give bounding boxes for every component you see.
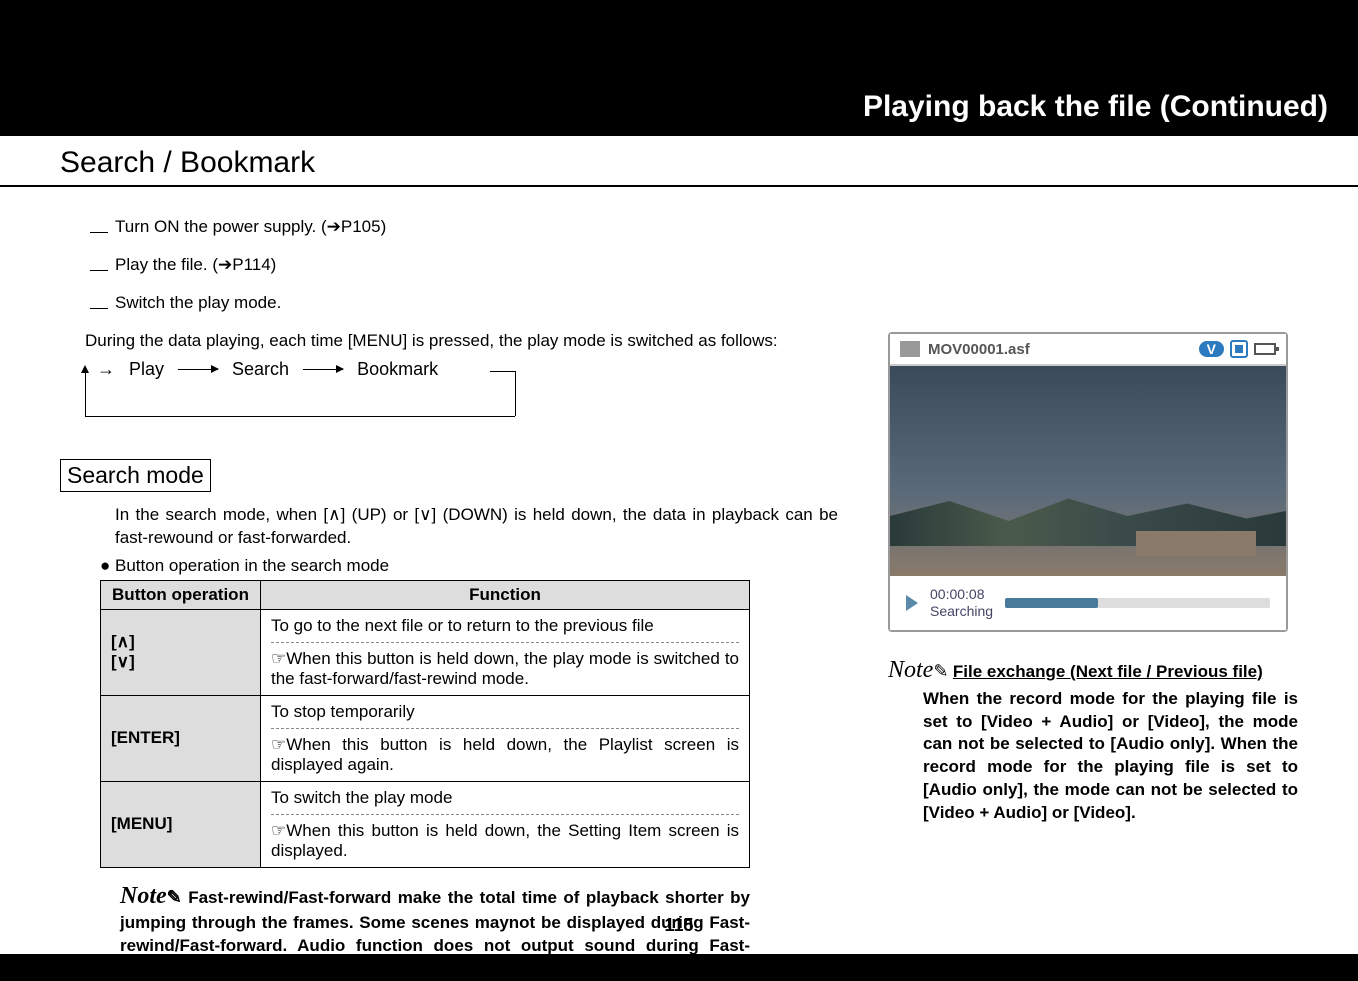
playback-time: 00:00:08 [930, 586, 993, 603]
step-1-text: Turn ON the power supply. (➔P105) [115, 217, 386, 236]
step-3-text: Switch the play mode. [115, 293, 281, 312]
stop-icon [1230, 340, 1248, 358]
page-title: Playing back the file (Continued) [863, 90, 1328, 124]
cell-menu: [MENU] [101, 781, 261, 867]
search-mode-desc: In the search mode, when [∧] (UP) or [∨]… [115, 504, 838, 550]
title-bar: Playing back the file (Continued) [0, 78, 1358, 136]
operations-table: Button operation Function [∧] [∨] To go … [100, 580, 750, 868]
shot-titlebar: MOV00001.asf V [890, 334, 1286, 366]
th-function: Function [261, 580, 750, 609]
note-right: Note✎ File exchange (Next file / Previou… [888, 657, 1298, 826]
note-icon: Note [120, 883, 167, 909]
pencil-icon: ✎ [167, 887, 182, 907]
play-icon [906, 595, 918, 611]
func-subtext: ☞When this button is held down, the play… [271, 649, 739, 689]
note-right-body: When the record mode for the playing fil… [923, 688, 1298, 826]
video-file-icon [900, 341, 920, 357]
video-preview [890, 366, 1286, 576]
func-subtext: ☞When this button is held down, the Sett… [271, 821, 739, 861]
battery-icon [1254, 343, 1276, 355]
right-column: MOV00001.asf V 00:00:08 S [878, 217, 1298, 981]
flow-search: Search [232, 359, 289, 380]
playback-status: Searching [930, 603, 993, 620]
func-text: To stop temporarily [271, 702, 739, 722]
progress-bar [1005, 598, 1270, 608]
section-header: Search / Bookmark [0, 136, 1358, 187]
cell-updown-func: To go to the next file or to return to t… [261, 609, 750, 695]
v-badge-icon: V [1199, 341, 1224, 357]
arrow-icon: → [97, 359, 115, 380]
arrow-icon [303, 369, 343, 370]
func-subtext: ☞When this button is held down, the Play… [271, 735, 739, 775]
device-screenshot: MOV00001.asf V 00:00:08 S [888, 332, 1288, 632]
step-2: Play the file. (➔P114) [60, 255, 838, 275]
filename: MOV00001.asf [928, 341, 1030, 358]
cell-updown: [∧] [∨] [101, 609, 261, 695]
left-column: Turn ON the power supply. (➔P105) Play t… [60, 217, 838, 981]
func-text: To go to the next file or to return to t… [271, 616, 739, 636]
step-3: Switch the play mode. [60, 293, 838, 313]
flow-play: Play [129, 359, 164, 380]
arrow-icon [178, 369, 218, 370]
step-1: Turn ON the power supply. (➔P105) [60, 217, 838, 237]
cell-enter-func: To stop temporarily ☞When this button is… [261, 695, 750, 781]
cell-menu-func: To switch the play mode ☞When this butto… [261, 781, 750, 867]
th-button: Button operation [101, 580, 261, 609]
note-icon: Note [888, 657, 933, 683]
page-number: 115 [0, 915, 1358, 936]
search-mode-title: Search mode [60, 459, 211, 492]
step-3-subtext: During the data playing, each time [MENU… [85, 331, 838, 351]
note-right-title: File exchange (Next file / Previous file… [953, 662, 1263, 681]
top-black-bar [0, 0, 1358, 78]
step-2-text: Play the file. (➔P114) [115, 255, 276, 274]
flow-bookmark: Bookmark [357, 359, 438, 380]
func-text: To switch the play mode [271, 788, 739, 808]
playback-controls: 00:00:08 Searching [890, 576, 1286, 630]
pencil-icon: ✎ [933, 661, 948, 681]
bullet-ops: Button operation in the search mode [100, 556, 838, 576]
cell-enter: [ENTER] [101, 695, 261, 781]
